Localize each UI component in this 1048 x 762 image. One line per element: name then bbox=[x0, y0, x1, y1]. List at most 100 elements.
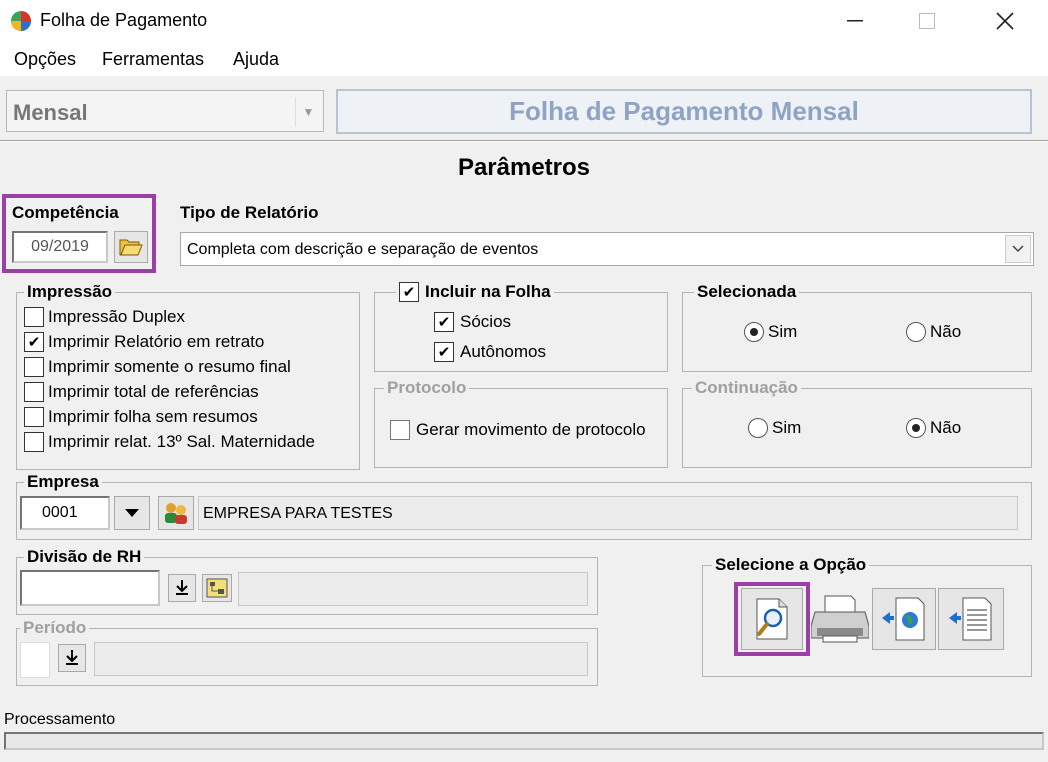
continuacao-sim-option[interactable]: Sim bbox=[748, 418, 801, 438]
app-logo-icon bbox=[10, 10, 32, 32]
params-title: Parâmetros bbox=[457, 154, 591, 181]
impressao-checkbox[interactable] bbox=[24, 407, 44, 427]
export-globe-icon bbox=[882, 597, 925, 641]
impressao-option[interactable]: ✔ Imprimir Relatório em retrato bbox=[24, 332, 264, 352]
autonomos-option[interactable]: ✔ Autônomos bbox=[434, 342, 546, 362]
selecionada-group bbox=[682, 292, 1032, 372]
impressao-option-label: Imprimir folha sem resumos bbox=[48, 407, 258, 426]
divisao-input[interactable] bbox=[20, 570, 160, 606]
impressao-option-label: Imprimir Relatório em retrato bbox=[48, 332, 265, 351]
competencia-input[interactable]: 09/2019 bbox=[12, 231, 108, 263]
divisao-label: Divisão de RH bbox=[24, 547, 145, 567]
impressao-label: Impressão bbox=[24, 282, 116, 302]
progress-bar bbox=[4, 732, 1044, 750]
gerar-protocolo-label: Gerar movimento de protocolo bbox=[416, 420, 646, 439]
divisao-name-field bbox=[238, 572, 588, 606]
download-arrow-icon bbox=[176, 580, 188, 595]
autonomos-checkbox[interactable]: ✔ bbox=[434, 342, 454, 362]
impressao-option[interactable]: Imprimir folha sem resumos bbox=[24, 407, 258, 427]
incluir-label: Incluir na Folha bbox=[425, 282, 551, 301]
selecione-label: Selecione a Opção bbox=[712, 555, 870, 575]
continuacao-nao-radio[interactable] bbox=[906, 418, 926, 438]
selecionada-nao-radio[interactable] bbox=[906, 322, 926, 342]
empresa-dropdown-button[interactable] bbox=[114, 496, 150, 530]
impressao-option[interactable]: Impressão Duplex bbox=[24, 307, 185, 327]
socios-checkbox[interactable]: ✔ bbox=[434, 312, 454, 332]
selecionada-nao-label: Não bbox=[930, 322, 962, 341]
continuacao-sim-label: Sim bbox=[772, 418, 802, 437]
menu-opcoes[interactable]: Opções bbox=[14, 49, 76, 70]
gerar-protocolo-option[interactable]: Gerar movimento de protocolo bbox=[390, 420, 646, 440]
continuacao-nao-label: Não bbox=[930, 418, 962, 437]
status-label: Processamento bbox=[4, 711, 116, 728]
impressao-option[interactable]: Imprimir somente o resumo final bbox=[24, 357, 291, 377]
selecionada-sim-label: Sim bbox=[768, 322, 798, 341]
divisao-search-button[interactable] bbox=[202, 574, 232, 602]
impressao-option-label: Imprimir somente o resumo final bbox=[48, 357, 291, 376]
socios-option[interactable]: ✔ Sócios bbox=[434, 312, 511, 332]
incluir-checkbox[interactable]: ✔ bbox=[399, 282, 419, 302]
selecionada-label: Selecionada bbox=[694, 282, 800, 302]
open-folder-button[interactable] bbox=[114, 231, 148, 263]
window-title: Folha de Pagamento bbox=[40, 10, 208, 30]
hierarchy-icon bbox=[206, 578, 228, 598]
empresa-search-button[interactable] bbox=[158, 496, 194, 530]
chevron-down-icon[interactable]: ▼ bbox=[295, 97, 321, 127]
preview-magnifier-icon bbox=[756, 598, 788, 640]
impressao-option[interactable]: Imprimir relat. 13º Sal. Maternidade bbox=[24, 432, 315, 452]
incluir-header[interactable]: ✔ Incluir na Folha bbox=[396, 282, 554, 302]
divider bbox=[0, 140, 1048, 142]
continuacao-nao-option[interactable]: Não bbox=[906, 418, 961, 438]
empresa-code-input[interactable]: 0001 bbox=[20, 496, 110, 530]
impressao-checkbox[interactable] bbox=[24, 382, 44, 402]
folder-open-icon bbox=[119, 239, 143, 256]
tipo-relatorio-select[interactable]: Completa com descrição e separação de ev… bbox=[180, 232, 1034, 266]
download-arrow-icon bbox=[66, 650, 78, 665]
continuacao-group bbox=[682, 388, 1032, 468]
export-web-button[interactable] bbox=[872, 588, 936, 650]
tipo-relatorio-value: Completa com descrição e separação de ev… bbox=[187, 241, 539, 258]
selecionada-nao-option[interactable]: Não bbox=[906, 322, 961, 342]
impressao-option-label: Impressão Duplex bbox=[48, 307, 186, 326]
minimize-button[interactable] bbox=[832, 4, 878, 38]
divisao-download-button[interactable] bbox=[168, 574, 196, 602]
maximize-button[interactable] bbox=[904, 4, 950, 38]
mode-select[interactable]: Mensal ▼ bbox=[6, 90, 324, 132]
impressao-option-label: Imprimir relat. 13º Sal. Maternidade bbox=[48, 432, 315, 451]
impressao-option[interactable]: Imprimir total de referências bbox=[24, 382, 259, 402]
impressao-checkbox[interactable] bbox=[24, 307, 44, 327]
continuacao-label: Continuação bbox=[692, 378, 801, 398]
printer-icon bbox=[811, 595, 869, 643]
chevron-down-icon[interactable] bbox=[1005, 235, 1031, 263]
autonomos-label: Autônomos bbox=[460, 342, 546, 361]
periodo-download-button[interactable] bbox=[58, 644, 86, 672]
impressao-checkbox[interactable] bbox=[24, 432, 44, 452]
empresa-name: EMPRESA PARA TESTES bbox=[203, 505, 393, 522]
protocolo-label: Protocolo bbox=[384, 378, 470, 398]
chevron-down-icon bbox=[125, 509, 139, 517]
export-document-icon bbox=[949, 597, 992, 641]
gerar-protocolo-checkbox[interactable] bbox=[390, 420, 410, 440]
menu-ferramentas[interactable]: Ferramentas bbox=[102, 49, 204, 70]
competencia-label: Competência bbox=[12, 203, 119, 222]
empresa-label: Empresa bbox=[24, 472, 102, 492]
periodo-label: Período bbox=[20, 618, 90, 638]
periodo-name-field bbox=[94, 642, 588, 676]
continuacao-sim-radio[interactable] bbox=[748, 418, 768, 438]
empresa-name-field: EMPRESA PARA TESTES bbox=[198, 496, 1018, 530]
tipo-relatorio-label: Tipo de Relatório bbox=[180, 203, 319, 222]
preview-button[interactable] bbox=[741, 588, 803, 650]
selecionada-sim-option[interactable]: Sim bbox=[744, 322, 797, 342]
impressao-checkbox[interactable]: ✔ bbox=[24, 332, 44, 352]
menu-ajuda[interactable]: Ajuda bbox=[233, 49, 279, 70]
banner-title: Folha de Pagamento Mensal bbox=[509, 96, 859, 126]
export-text-button[interactable] bbox=[938, 588, 1004, 650]
periodo-input[interactable] bbox=[20, 642, 50, 678]
socios-label: Sócios bbox=[460, 312, 512, 331]
impressao-option-label: Imprimir total de referências bbox=[48, 382, 259, 401]
users-icon bbox=[165, 503, 187, 524]
close-button[interactable] bbox=[982, 4, 1028, 38]
impressao-checkbox[interactable] bbox=[24, 357, 44, 377]
print-button[interactable] bbox=[808, 588, 872, 650]
selecionada-sim-radio[interactable] bbox=[744, 322, 764, 342]
